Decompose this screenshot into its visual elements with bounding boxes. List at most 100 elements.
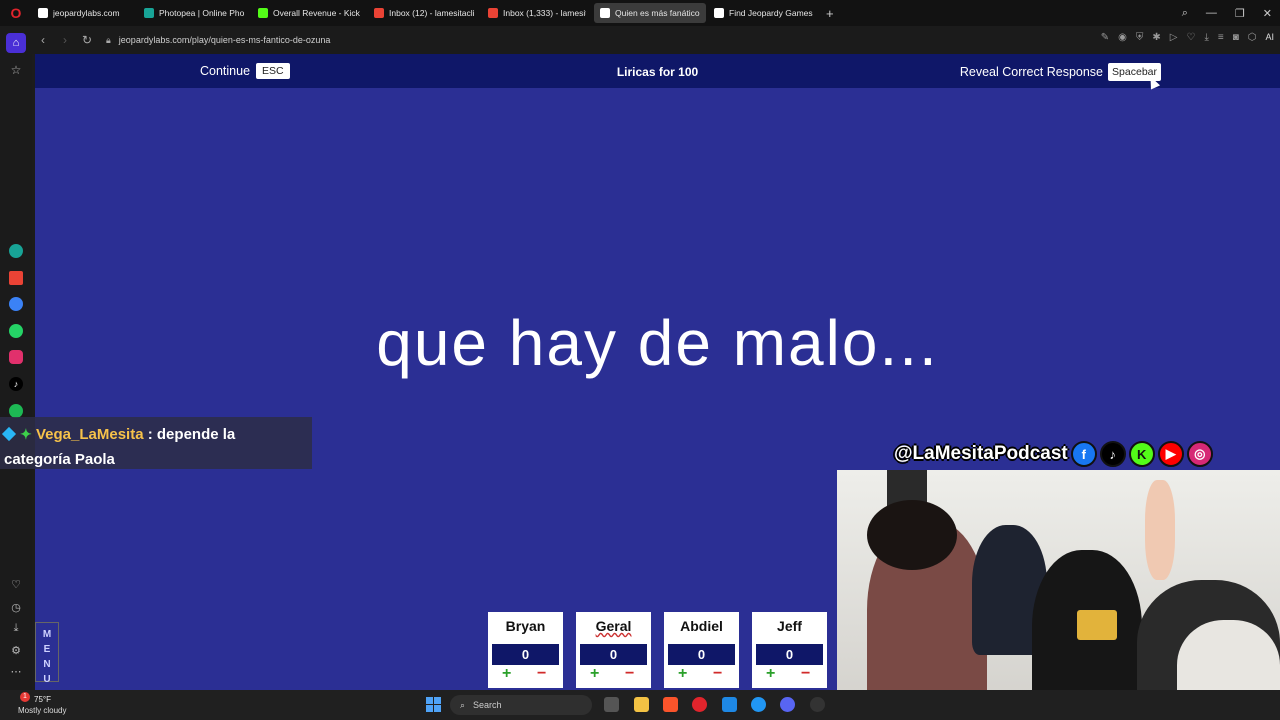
- player-score: 0: [668, 644, 735, 665]
- download-icon[interactable]: ⤓: [1204, 32, 1208, 43]
- gmail-favicon-icon: [488, 8, 498, 18]
- kick-favicon-icon: [258, 8, 268, 18]
- taskbar-search[interactable]: ⌕ Search: [450, 695, 592, 715]
- opera-logo-icon[interactable]: O: [0, 0, 32, 26]
- back-icon[interactable]: ‹: [32, 33, 54, 47]
- player-card-jeff: Jeff 0 + −: [752, 612, 827, 688]
- question-header: Continue ESC Liricas for 100 Reveal Corr…: [35, 54, 1280, 90]
- profile-icon[interactable]: ◙: [1233, 32, 1239, 43]
- instagram-icon[interactable]: [9, 350, 23, 364]
- chatgpt-icon[interactable]: [9, 244, 23, 258]
- player-name[interactable]: Abdiel: [664, 618, 739, 634]
- menu-letter: N: [43, 659, 51, 670]
- social-handle: @LaMesitaPodcast: [894, 443, 1068, 464]
- sparkle-badge-icon: ✦: [20, 426, 32, 442]
- home-icon[interactable]: ⌂: [6, 33, 26, 53]
- play-icon[interactable]: ▷: [1170, 32, 1178, 43]
- edit-icon[interactable]: ✎: [1101, 32, 1109, 43]
- task-view-icon[interactable]: [604, 697, 619, 712]
- vpn-icon[interactable]: ✱: [1152, 32, 1160, 43]
- discord-icon[interactable]: [780, 697, 795, 712]
- chat-line-1: ✦ Vega_LaMesita : depende la: [1, 422, 308, 447]
- tiktok-icon[interactable]: ♪: [9, 377, 23, 391]
- player-card-geral: Geral 0 + −: [576, 612, 651, 688]
- kick-icon: K: [1128, 441, 1155, 467]
- download-icon[interactable]: ⤓: [9, 621, 23, 635]
- tab-favicon-icon: [38, 8, 48, 18]
- shield-icon[interactable]: ⛨: [1136, 32, 1144, 43]
- opera-icon[interactable]: [692, 697, 707, 712]
- spotify-icon[interactable]: [9, 404, 23, 418]
- add-points-button[interactable]: +: [502, 665, 511, 683]
- menu-letter: M: [42, 629, 52, 640]
- file-explorer-icon[interactable]: [634, 697, 649, 712]
- clue-text: que hay de malo...: [376, 307, 939, 379]
- tab-favicon-icon: [714, 8, 724, 18]
- tab-jeopardylabs[interactable]: jeopardylabs.com: [32, 3, 136, 23]
- gear-icon[interactable]: ⚙: [9, 643, 23, 657]
- player-card-abdiel: Abdiel 0 + −: [664, 612, 739, 688]
- add-points-button[interactable]: +: [766, 665, 775, 683]
- close-icon[interactable]: ✕: [1263, 7, 1272, 20]
- player-name[interactable]: Jeff: [752, 618, 827, 634]
- calculator-icon[interactable]: [722, 697, 737, 712]
- new-tab-button[interactable]: +: [826, 6, 834, 21]
- player-name[interactable]: Geral: [576, 618, 651, 634]
- subtract-points-button[interactable]: −: [625, 665, 634, 683]
- webcam-feed: [837, 470, 1280, 720]
- player-score: 0: [580, 644, 647, 665]
- tab-gmail-inbox-2[interactable]: Inbox (1,333) - lamesitapo: [482, 3, 592, 23]
- ai-button[interactable]: AI: [1265, 32, 1274, 43]
- person-1-hair: [867, 500, 957, 570]
- minimize-icon[interactable]: —: [1206, 7, 1217, 19]
- tab-quien-es-mas-fanatico[interactable]: Quien es más fanático de: [594, 3, 706, 23]
- browser-sidebar: ⌂ ☆ ♪ ♡ ◷ ⤓ ⚙ ⋯: [0, 26, 32, 690]
- extensions-icon[interactable]: ⬡: [1248, 32, 1257, 43]
- reveal-response-button[interactable]: Reveal Correct Response: [960, 65, 1103, 79]
- tab-kick-revenue[interactable]: Overall Revenue - Kick Da: [252, 3, 366, 23]
- subtract-points-button[interactable]: −: [713, 665, 722, 683]
- edge-icon[interactable]: [751, 697, 766, 712]
- player-card-bryan: Bryan 0 + −: [488, 612, 563, 688]
- chat-badges: ✦: [1, 422, 36, 447]
- more-icon[interactable]: ⋯: [9, 664, 23, 678]
- tab-find-jeopardy[interactable]: Find Jeopardy Games Abo: [708, 3, 820, 23]
- player-name[interactable]: Bryan: [488, 618, 563, 634]
- stream-chat-message: ✦ Vega_LaMesita : depende la categoría P…: [0, 417, 312, 469]
- tab-photopea[interactable]: Photopea | Online Photo E: [138, 3, 250, 23]
- gmail-favicon-icon: [374, 8, 384, 18]
- restore-icon[interactable]: ❐: [1235, 7, 1245, 20]
- subtract-points-button[interactable]: −: [537, 665, 546, 683]
- person-3-shirt-logo: [1077, 610, 1117, 640]
- brave-icon[interactable]: [663, 697, 678, 712]
- windows-taskbar: 75°F Mostly cloudy 1 ⌕ Search: [0, 690, 1280, 720]
- heart-icon[interactable]: ♡: [1186, 32, 1195, 43]
- screen: O jeopardylabs.com Photopea | Online Pho…: [0, 0, 1280, 720]
- scoreboard: Bryan 0 + − Geral 0 + − Abdiel 0 + − Jef…: [488, 612, 827, 688]
- messenger-icon[interactable]: [9, 297, 23, 311]
- whatsapp-icon[interactable]: [9, 324, 23, 338]
- add-points-button[interactable]: +: [590, 665, 599, 683]
- heart-icon[interactable]: ♡: [9, 577, 23, 591]
- menu-icon[interactable]: ≡: [1218, 32, 1224, 43]
- window-controls: ⌕ — ❐ ✕: [1182, 0, 1280, 26]
- chat-text: : depende la: [147, 426, 236, 443]
- photopea-favicon-icon: [144, 8, 154, 18]
- add-points-button[interactable]: +: [678, 665, 687, 683]
- menu-button[interactable]: M E N U: [35, 622, 59, 685]
- windows-start-icon[interactable]: [426, 697, 441, 712]
- subtract-points-button[interactable]: −: [801, 665, 810, 683]
- reload-icon[interactable]: ↻: [76, 33, 98, 47]
- forward-icon[interactable]: ›: [54, 33, 76, 47]
- search-tabs-icon[interactable]: ⌕: [1182, 7, 1188, 20]
- url-field[interactable]: jeopardylabs.com/play/quien-es-ms-fantic…: [119, 35, 331, 45]
- weather-temperature: 75°F: [34, 695, 51, 704]
- star-icon[interactable]: ☆: [9, 63, 23, 77]
- history-icon[interactable]: ◷: [9, 600, 23, 614]
- lock-icon[interactable]: 🔒︎: [106, 35, 111, 46]
- tab-gmail-inbox-1[interactable]: Inbox (12) - lamesitaclips@: [368, 3, 480, 23]
- obs-icon[interactable]: [810, 697, 825, 712]
- notification-badge: 1: [20, 692, 30, 702]
- camera-icon[interactable]: ◉: [1118, 32, 1127, 43]
- gmail-icon[interactable]: [9, 271, 23, 285]
